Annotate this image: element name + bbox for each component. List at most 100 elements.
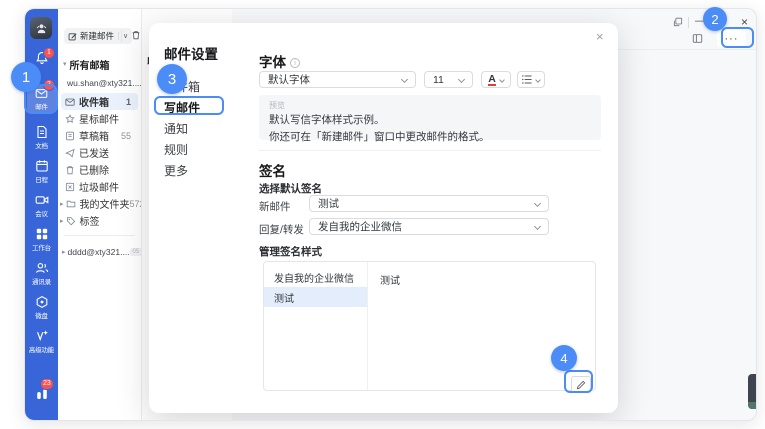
font-section-heading: 字体i bbox=[259, 51, 300, 71]
folder-inbox[interactable]: 收件箱 1 bbox=[61, 93, 138, 110]
signature-list-item-selected[interactable]: 测试 bbox=[264, 287, 367, 307]
sidebar-item-docs[interactable]: 文档 bbox=[25, 140, 58, 150]
sidebar-item-contacts[interactable]: 通讯录 bbox=[25, 276, 58, 286]
chevron-right-icon[interactable]: ▸ bbox=[60, 217, 64, 225]
dialog-close-button[interactable]: × bbox=[596, 29, 604, 44]
folder-label: 垃圾邮件 bbox=[79, 179, 119, 194]
tab-rules[interactable]: 规则 bbox=[164, 141, 188, 158]
annotation-step-2: 2 bbox=[703, 7, 727, 31]
chevron-down-icon bbox=[458, 76, 465, 83]
document-icon[interactable] bbox=[35, 125, 49, 139]
folder-label: 我的文件夹 bbox=[80, 196, 130, 211]
dialog-title: 邮件设置 bbox=[164, 43, 218, 63]
chevron-down-icon bbox=[499, 77, 505, 83]
folder-deleted[interactable]: 已删除 bbox=[58, 161, 141, 178]
font-color-button[interactable]: A bbox=[481, 71, 511, 88]
sidebar-item-calendar[interactable]: 日程 bbox=[25, 174, 58, 184]
folder-label: 标签 bbox=[80, 213, 100, 228]
account-row-2[interactable]: ▸ dddd@xty321.... 05 bbox=[58, 242, 141, 262]
sidebar-item-drive[interactable]: 微盘 bbox=[25, 310, 58, 320]
account-label: wu.shan@xty321.... bbox=[67, 78, 141, 88]
folder-all-mailboxes[interactable]: ▾ 所有邮箱 bbox=[58, 55, 141, 73]
folder-starred[interactable]: 星标邮件 bbox=[58, 110, 141, 127]
draft-icon bbox=[65, 131, 75, 141]
grid-icon[interactable] bbox=[35, 227, 49, 241]
info-icon[interactable]: i bbox=[290, 58, 300, 68]
font-size-select[interactable]: 11 bbox=[424, 71, 473, 88]
dock-widget-segment bbox=[748, 402, 756, 409]
chevron-right-icon[interactable]: ▸ bbox=[60, 200, 64, 208]
signature-list-item[interactable]: 发自我的企业微信 bbox=[264, 267, 367, 287]
signature-content: 测试 bbox=[380, 272, 400, 287]
video-icon[interactable] bbox=[35, 193, 49, 207]
chevron-down-icon bbox=[535, 77, 541, 83]
folder-label: 已删除 bbox=[79, 162, 109, 177]
folder-drafts[interactable]: 草稿箱 55 bbox=[58, 127, 141, 144]
account-label: dddd@xty321.... bbox=[68, 247, 130, 257]
new-mail-signature-select[interactable]: 测试 bbox=[309, 195, 549, 212]
signature-heading: 签名 bbox=[259, 160, 286, 180]
annotation-box-edit bbox=[564, 370, 593, 393]
new-mail-label: 新邮件 bbox=[259, 199, 291, 214]
drive-icon[interactable] bbox=[35, 295, 49, 309]
account-badge: 05 bbox=[130, 248, 141, 256]
folder-label: 草稿箱 bbox=[79, 128, 109, 143]
tag-icon bbox=[66, 216, 76, 226]
folder-spam[interactable]: 垃圾邮件 bbox=[58, 178, 141, 195]
list-format-button[interactable] bbox=[517, 71, 545, 88]
compose-label: 新建邮件 bbox=[80, 30, 114, 42]
folder-sent[interactable]: 已发送 bbox=[58, 144, 141, 161]
sparkle-v-icon[interactable] bbox=[35, 329, 49, 343]
popout-icon[interactable] bbox=[673, 17, 683, 27]
sidebar-item-meeting[interactable]: 会议 bbox=[25, 208, 58, 218]
font-family-select[interactable]: 默认字体 bbox=[259, 71, 416, 88]
divider bbox=[64, 235, 135, 236]
annotation-box-compose-tab bbox=[154, 96, 224, 115]
folder-label: 已发送 bbox=[79, 145, 109, 160]
folder-label: 所有邮箱 bbox=[70, 57, 110, 72]
signature-manage-panel: 发自我的企业微信 测试 测试 bbox=[263, 261, 596, 391]
trash-icon bbox=[131, 30, 141, 40]
account-row[interactable]: wu.shan@xty321.... bbox=[58, 73, 141, 93]
chevron-down-icon[interactable]: ∨ bbox=[118, 32, 128, 40]
contacts-icon[interactable] bbox=[35, 261, 49, 275]
preview-label: 预览 bbox=[269, 100, 591, 111]
reply-signature-value: 发自我的企业微信 bbox=[318, 219, 402, 234]
folder-tags[interactable]: ▸ 标签 bbox=[58, 212, 141, 229]
trash-icon bbox=[65, 165, 75, 175]
annotation-step-1: 1 bbox=[11, 62, 41, 92]
reply-signature-select[interactable]: 发自我的企业微信 bbox=[309, 218, 549, 235]
annotation-box-more bbox=[721, 27, 754, 48]
inbox-icon bbox=[65, 97, 75, 107]
chevron-down-icon bbox=[534, 200, 541, 207]
layout-icon[interactable] bbox=[692, 33, 703, 44]
screenshot-stage: 1 邮件 2 文档 日程 bbox=[0, 0, 765, 429]
bell-badge: 1 bbox=[43, 47, 55, 59]
font-family-value: 默认字体 bbox=[268, 72, 310, 87]
folder-count: 55 bbox=[121, 131, 131, 141]
divider bbox=[688, 17, 689, 28]
calendar-icon[interactable] bbox=[35, 159, 49, 173]
spam-icon bbox=[65, 182, 75, 192]
folder-pane: ▾ 所有邮箱 wu.shan@xty321.... 收件箱 1 星标邮件 bbox=[58, 9, 141, 420]
folder-my-folders[interactable]: ▸ 我的文件夹 572 bbox=[58, 195, 141, 212]
avatar[interactable] bbox=[30, 17, 52, 39]
star-icon bbox=[65, 114, 75, 124]
app-window: 1 邮件 2 文档 日程 bbox=[24, 8, 757, 421]
sidebar-item-workbench[interactable]: 工作台 bbox=[25, 242, 58, 252]
tab-more[interactable]: 更多 bbox=[164, 162, 188, 179]
chevron-down-icon[interactable]: ▾ bbox=[63, 60, 67, 68]
tab-notifications[interactable]: 通知 bbox=[164, 120, 188, 137]
folder-icon bbox=[66, 199, 76, 209]
folder-label: 星标邮件 bbox=[79, 111, 119, 126]
folder-label: 收件箱 bbox=[79, 94, 109, 109]
annotation-step-4: 4 bbox=[551, 345, 577, 371]
chevron-right-icon[interactable]: ▸ bbox=[62, 248, 66, 256]
divider bbox=[259, 150, 601, 151]
folder-count: 1 bbox=[126, 97, 131, 107]
font-color-label: A bbox=[488, 74, 496, 86]
edge-dock-widget[interactable] bbox=[748, 374, 756, 409]
compose-icon bbox=[68, 32, 77, 41]
send-icon bbox=[65, 148, 75, 158]
sidebar-item-advanced[interactable]: 高级功能 bbox=[25, 344, 58, 354]
